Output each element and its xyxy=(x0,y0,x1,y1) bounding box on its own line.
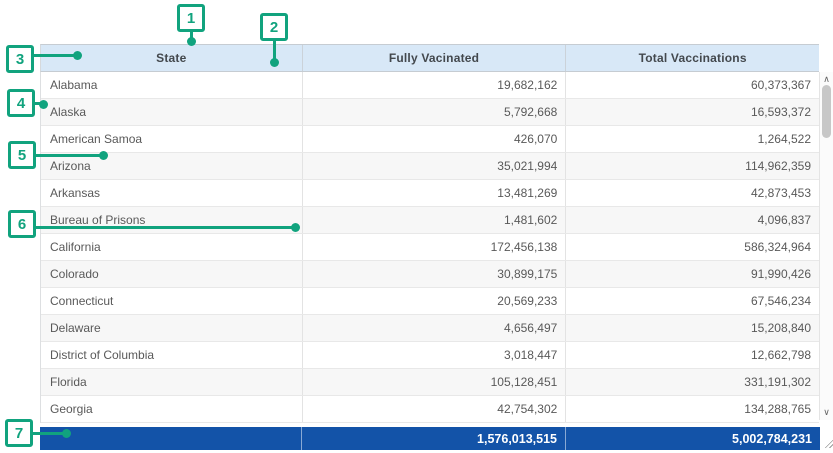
table-row[interactable]: Bureau of Prisons 1,481,602 4,096,837 xyxy=(41,207,819,234)
annotation-stem-7 xyxy=(31,432,64,435)
table-row[interactable]: District of Columbia 3,018,447 12,662,79… xyxy=(41,342,819,369)
table-row[interactable]: Delaware 4,656,497 15,208,840 xyxy=(41,315,819,342)
annotation-marker-7: 7 xyxy=(5,419,33,447)
fully-vaccinated-cell: 4,656,497 xyxy=(302,315,566,341)
total-vaccinations-cell: 91,990,426 xyxy=(565,261,819,287)
state-cell: Alaska xyxy=(41,99,302,125)
resize-grip-icon[interactable] xyxy=(823,438,833,448)
annotation-marker-2: 2 xyxy=(260,13,288,41)
annotation-marker-1: 1 xyxy=(177,4,205,32)
data-table: State Fully Vacinated Total Vaccinations… xyxy=(40,44,819,423)
table-row[interactable]: Florida 105,128,451 331,191,302 xyxy=(41,369,819,396)
annotation-dot-4 xyxy=(39,100,48,109)
state-cell: Connecticut xyxy=(41,288,302,314)
total-vaccinations-cell: 16,593,372 xyxy=(565,99,819,125)
table-row[interactable]: Alabama 19,682,162 60,373,367 xyxy=(41,72,819,99)
total-state-cell xyxy=(40,427,301,450)
total-vaccinations-cell: 15,208,840 xyxy=(565,315,819,341)
total-vaccinations-cell: 67,546,234 xyxy=(565,288,819,314)
fully-vaccinated-cell: 42,754,302 xyxy=(302,396,566,422)
fully-vaccinated-cell: 19,682,162 xyxy=(302,72,566,98)
annotation-dot-1 xyxy=(187,37,196,46)
annotation-marker-4: 4 xyxy=(7,89,35,117)
annotation-stem-6 xyxy=(34,226,292,229)
table-row[interactable]: Alaska 5,792,668 16,593,372 xyxy=(41,99,819,126)
table-body: Alabama 19,682,162 60,373,367 Alaska 5,7… xyxy=(40,72,819,423)
fully-vaccinated-cell: 20,569,233 xyxy=(302,288,566,314)
state-cell: Alabama xyxy=(41,72,302,98)
scroll-up-icon[interactable]: ∧ xyxy=(820,73,833,85)
annotation-marker-3: 3 xyxy=(6,45,34,73)
table-row[interactable]: American Samoa 426,070 1,264,522 xyxy=(41,126,819,153)
state-cell: American Samoa xyxy=(41,126,302,152)
total-vaccinations-cell: 60,373,367 xyxy=(565,72,819,98)
table-total-row: 1,576,013,515 5,002,784,231 xyxy=(40,427,820,450)
scroll-down-icon[interactable]: ∨ xyxy=(820,406,833,418)
fully-vaccinated-cell: 426,070 xyxy=(302,126,566,152)
state-cell: Florida xyxy=(41,369,302,395)
fully-vaccinated-cell: 3,018,447 xyxy=(302,342,566,368)
total-vaccinations-cell: 42,873,453 xyxy=(565,180,819,206)
state-cell: District of Columbia xyxy=(41,342,302,368)
annotation-dot-2 xyxy=(270,58,279,67)
table-row[interactable]: Arizona 35,021,994 114,962,359 xyxy=(41,153,819,180)
fully-vaccinated-cell: 35,021,994 xyxy=(302,153,566,179)
column-header-total-vaccinations[interactable]: Total Vaccinations xyxy=(565,45,819,71)
state-cell: Bureau of Prisons xyxy=(41,207,302,233)
column-header-fully-vaccinated[interactable]: Fully Vacinated xyxy=(302,45,566,71)
table-row[interactable]: Connecticut 20,569,233 67,546,234 xyxy=(41,288,819,315)
total-vaccinations-cell: 1,264,522 xyxy=(565,126,819,152)
annotation-stem-3 xyxy=(32,54,74,57)
total-vaccinations-cell: 12,662,798 xyxy=(565,342,819,368)
fully-vaccinated-cell: 30,899,175 xyxy=(302,261,566,287)
total-vaccinations-cell: 4,096,837 xyxy=(565,207,819,233)
total-vaccinations-cell: 586,324,964 xyxy=(565,234,819,260)
table-row[interactable]: California 172,456,138 586,324,964 xyxy=(41,234,819,261)
annotation-marker-5: 5 xyxy=(8,141,36,169)
scrollbar-thumb[interactable] xyxy=(822,85,831,138)
annotation-marker-6: 6 xyxy=(8,210,36,238)
fully-vaccinated-cell: 1,481,602 xyxy=(302,207,566,233)
fully-vaccinated-cell: 105,128,451 xyxy=(302,369,566,395)
fully-vaccinated-cell: 172,456,138 xyxy=(302,234,566,260)
annotation-dot-5 xyxy=(99,151,108,160)
annotation-stem-5 xyxy=(34,154,100,157)
annotation-dot-7 xyxy=(62,429,71,438)
annotation-stem-2 xyxy=(273,40,276,59)
table-header-row: State Fully Vacinated Total Vaccinations xyxy=(40,44,819,72)
total-vaccinations-cell: 114,962,359 xyxy=(565,153,819,179)
table-row[interactable]: Colorado 30,899,175 91,990,426 xyxy=(41,261,819,288)
vertical-scrollbar[interactable]: ∧ ∨ xyxy=(819,72,833,420)
total-vaccinations-total-cell: 5,002,784,231 xyxy=(565,427,820,450)
table-row[interactable]: Georgia 42,754,302 134,288,765 xyxy=(41,396,819,423)
annotation-dot-6 xyxy=(291,223,300,232)
state-cell: Colorado xyxy=(41,261,302,287)
table-row[interactable]: Arkansas 13,481,269 42,873,453 xyxy=(41,180,819,207)
annotation-dot-3 xyxy=(73,51,82,60)
total-vaccinations-cell: 331,191,302 xyxy=(565,369,819,395)
fully-vaccinated-cell: 13,481,269 xyxy=(302,180,566,206)
state-cell: Arkansas xyxy=(41,180,302,206)
state-cell: Georgia xyxy=(41,396,302,422)
fully-vaccinated-cell: 5,792,668 xyxy=(302,99,566,125)
total-vaccinations-cell: 134,288,765 xyxy=(565,396,819,422)
state-cell: California xyxy=(41,234,302,260)
state-cell: Delaware xyxy=(41,315,302,341)
total-fully-vaccinated-cell: 1,576,013,515 xyxy=(301,427,565,450)
